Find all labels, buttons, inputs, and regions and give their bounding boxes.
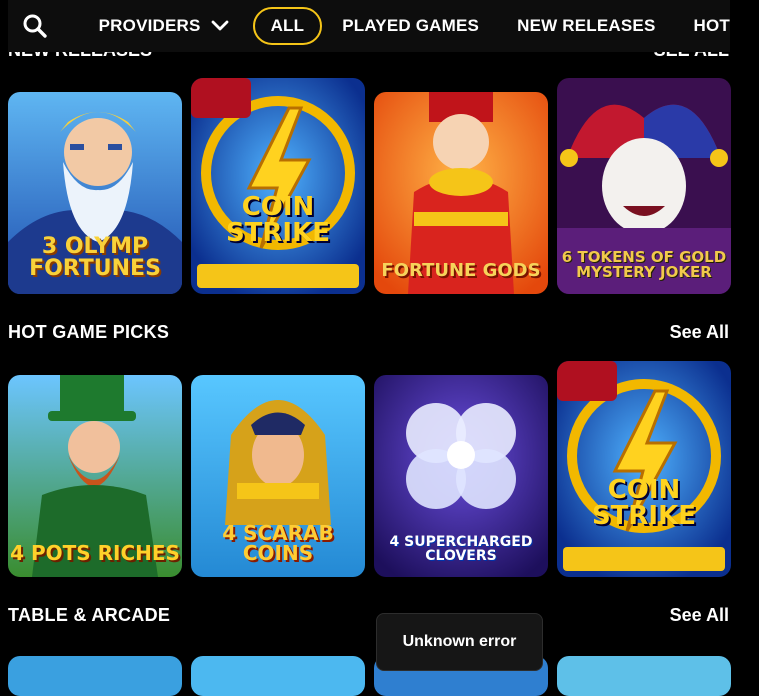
tab-all-label: ALL bbox=[270, 16, 305, 35]
section-title-hot-game-picks: HOT GAME PICKS bbox=[8, 322, 170, 342]
game-title: 6 TOKENS OF GOLD MYSTERY JOKER bbox=[561, 248, 727, 281]
game-tile-table-4[interactable] bbox=[557, 656, 731, 696]
game-tile-olymp-fortunes[interactable]: 3 OLYMP FORTUNES bbox=[8, 92, 182, 294]
game-tile-mystery-joker[interactable]: 6 TOKENS OF GOLD MYSTERY JOKER bbox=[557, 78, 731, 294]
see-all-table-arcade[interactable]: See All bbox=[670, 605, 729, 626]
game-title: 4 SUPERCHARGED CLOVERS bbox=[389, 534, 533, 564]
providers-label: PROVIDERS bbox=[98, 16, 201, 35]
section-title-table-arcade: TABLE & ARCADE bbox=[8, 605, 171, 625]
tab-hot-label: HOT bbox=[693, 16, 730, 35]
providers-dropdown[interactable]: PROVIDERS bbox=[99, 16, 229, 36]
search-button[interactable] bbox=[8, 6, 63, 46]
game-tile-4-supercharged-clovers[interactable]: 4 SUPERCHARGED CLOVERS bbox=[374, 375, 548, 577]
game-title: 3 OLYMP FORTUNES bbox=[29, 234, 161, 281]
game-title: 4 SCARAB COINS bbox=[222, 521, 334, 565]
game-tile-4-pots-riches[interactable]: 4 POTS RICHES bbox=[8, 375, 182, 577]
tab-all[interactable]: ALL bbox=[252, 7, 323, 45]
game-tile-table-2[interactable] bbox=[191, 656, 365, 696]
game-title: COIN STRIKE bbox=[591, 475, 697, 531]
chevron-down-icon bbox=[211, 20, 229, 32]
top-nav: PROVIDERS ALL PLAYED GAMES NEW RELEASES … bbox=[8, 0, 730, 52]
error-toast: Unknown error bbox=[376, 613, 543, 671]
game-title: COIN STRIKE bbox=[225, 192, 331, 248]
search-icon bbox=[23, 14, 48, 38]
game-tile-fortune-gods[interactable]: FORTUNE GODS bbox=[374, 92, 548, 294]
tab-new-releases-label: NEW RELEASES bbox=[517, 16, 656, 35]
game-tile-4-scarab-coins[interactable]: 4 SCARAB COINS bbox=[191, 375, 365, 577]
tab-hot[interactable]: HOT bbox=[694, 16, 730, 36]
see-all-hot-game-picks[interactable]: See All bbox=[670, 322, 729, 343]
game-tile-coin-strike-2[interactable]: COIN STRIKE bbox=[557, 361, 731, 577]
game-tile-table-1[interactable] bbox=[8, 656, 182, 696]
error-toast-message: Unknown error bbox=[402, 633, 517, 650]
game-title: FORTUNE GODS bbox=[381, 260, 541, 281]
tab-played-games[interactable]: PLAYED GAMES bbox=[342, 16, 479, 36]
tab-new-releases[interactable]: NEW RELEASES bbox=[517, 16, 655, 36]
tab-played-games-label: PLAYED GAMES bbox=[342, 16, 480, 35]
game-tile-coin-strike[interactable]: COIN STRIKE bbox=[191, 78, 365, 294]
game-title: 4 POTS RICHES bbox=[10, 541, 180, 565]
